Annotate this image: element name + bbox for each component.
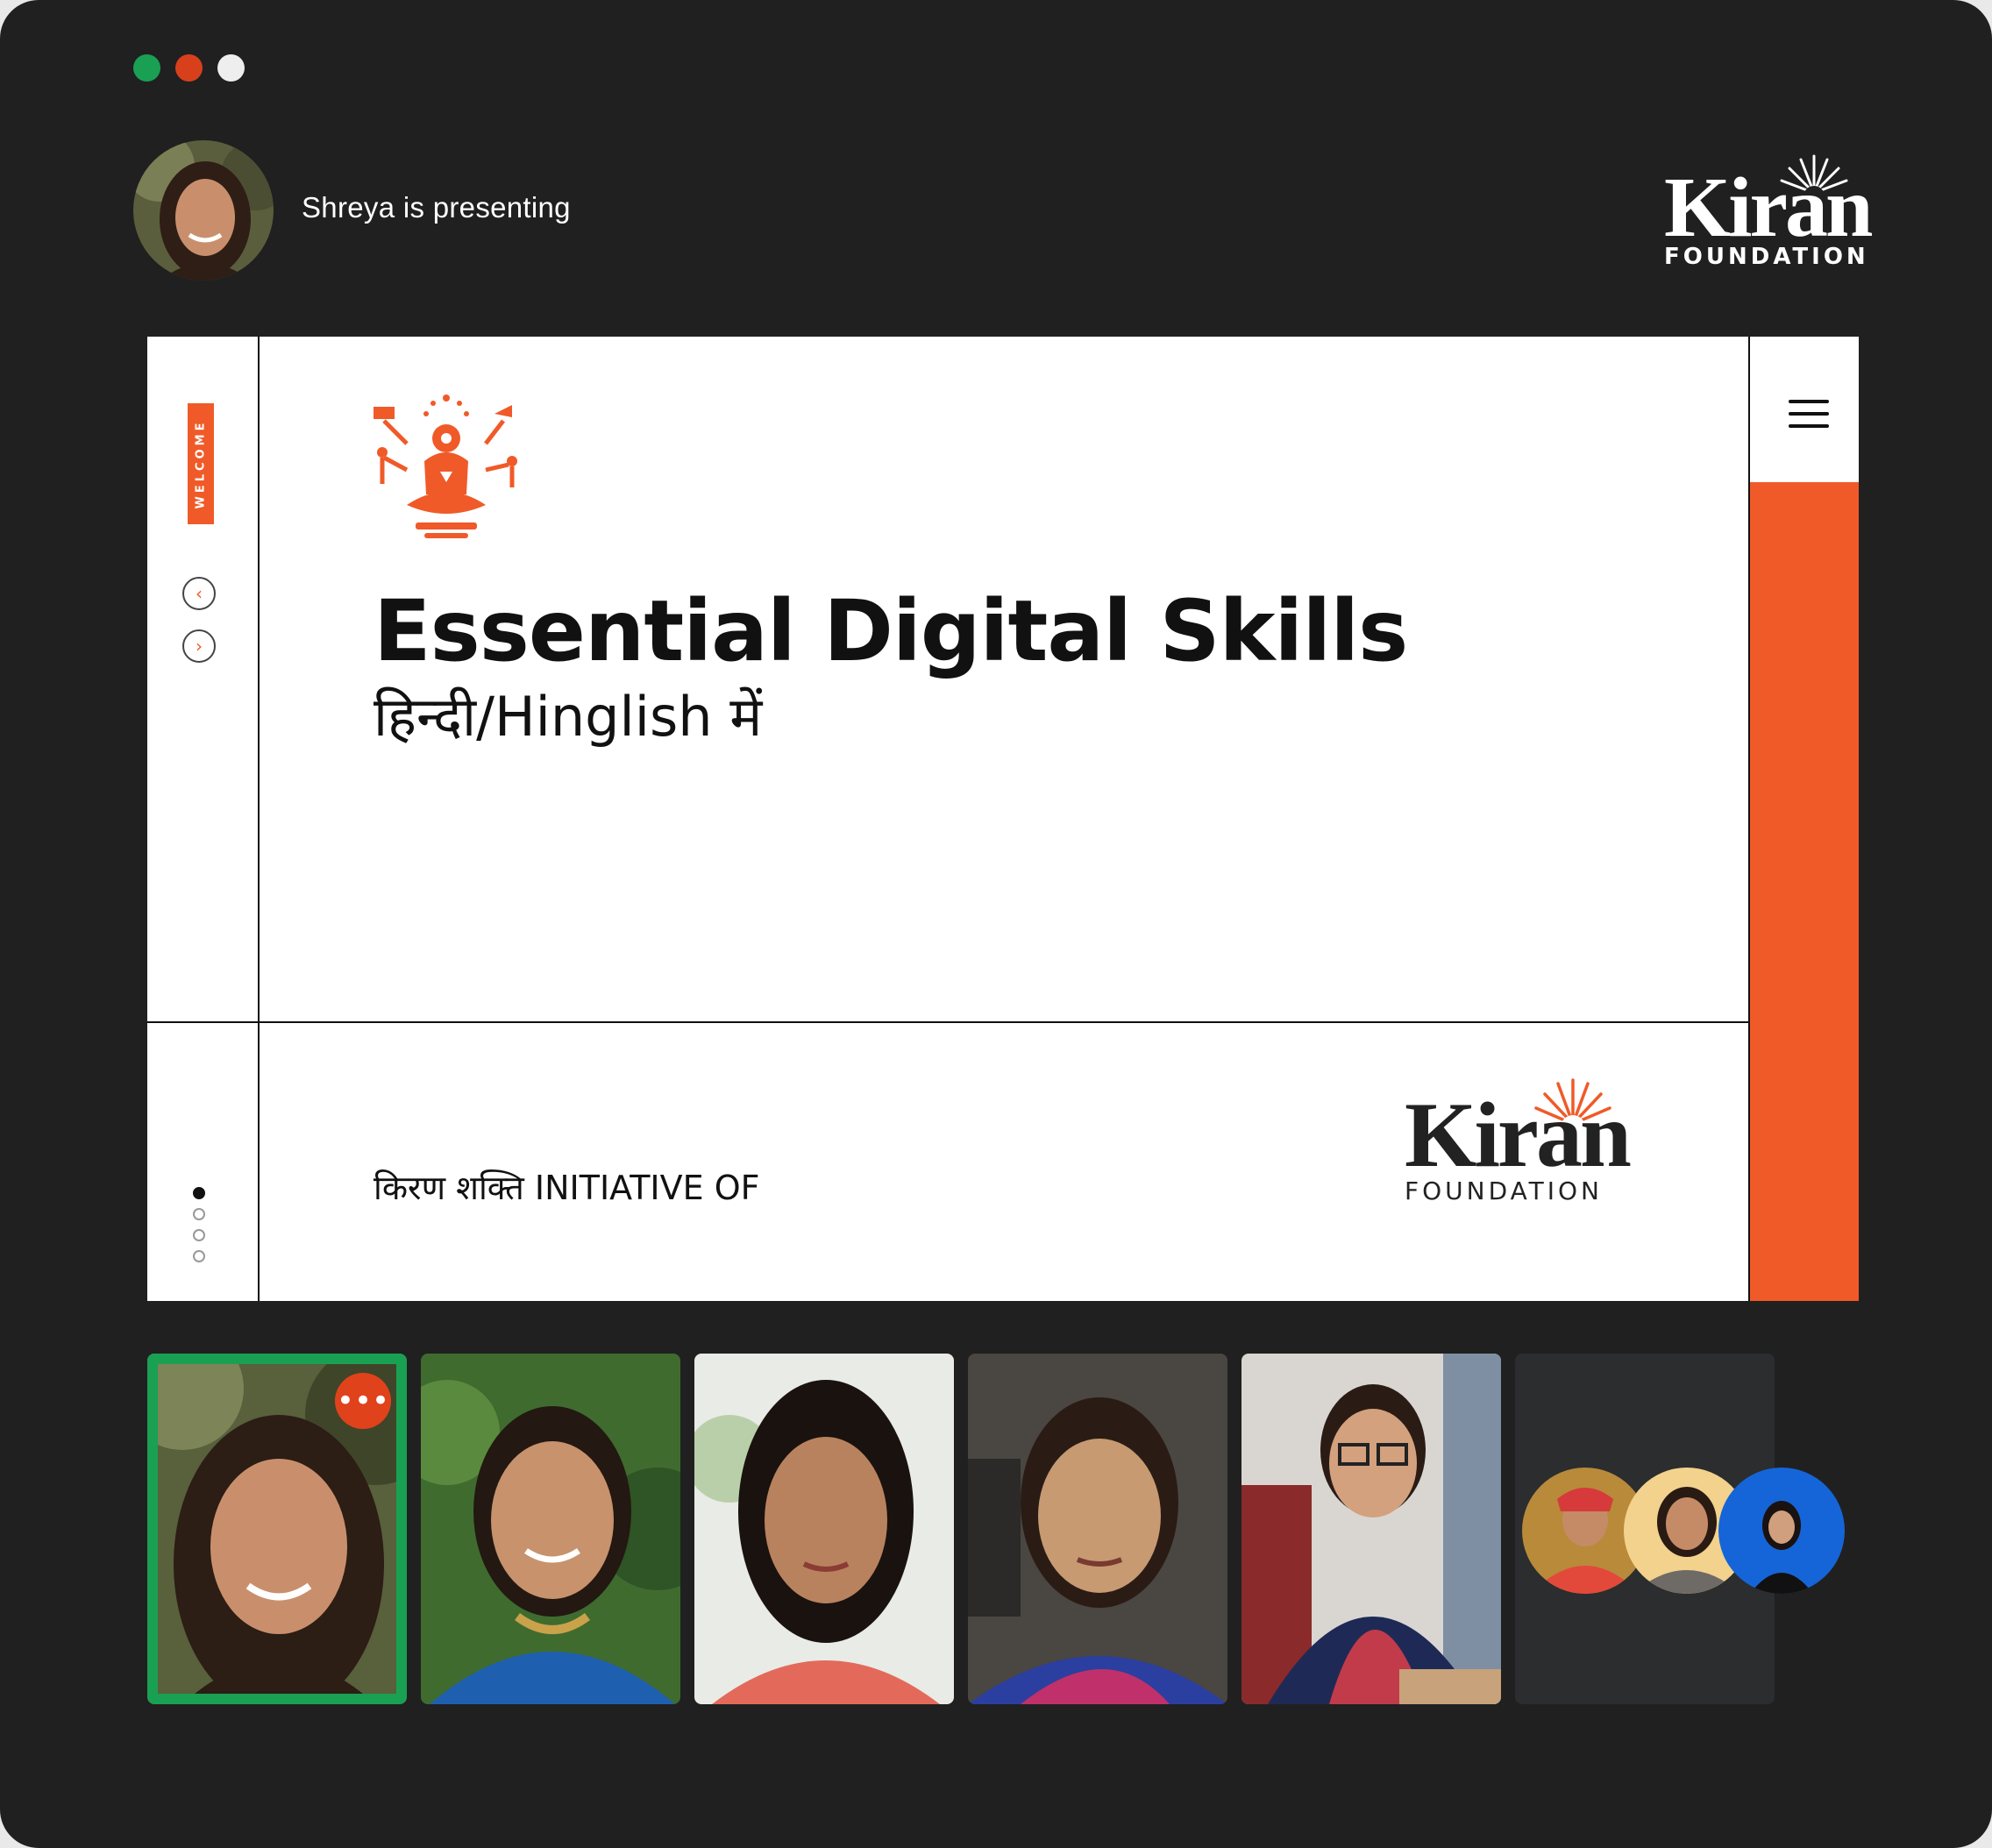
chevron-left-icon: ‹ xyxy=(196,583,203,604)
slide-pagination xyxy=(193,1187,205,1271)
brand-wordmark: Kiran xyxy=(1405,1084,1632,1186)
shared-slide: WELCOME ‹ › Essential Digital Skills हिन… xyxy=(147,337,1859,1301)
kiran-foundation-logo: Kiran FOUNDATION xyxy=(1664,154,1873,272)
participant-tile[interactable] xyxy=(421,1354,680,1704)
hamburger-menu-icon[interactable] xyxy=(1789,400,1829,431)
participant-tile[interactable]: ••• xyxy=(147,1354,407,1704)
minimize-control[interactable] xyxy=(175,54,203,82)
presenting-status: Shreya is presenting xyxy=(302,191,571,224)
page-dot[interactable] xyxy=(193,1229,205,1241)
slide-subtitle: हिन्दी/Hinglish में xyxy=(374,685,763,749)
slide-title: Essential Digital Skills xyxy=(374,582,1408,680)
page-dot[interactable] xyxy=(193,1208,205,1220)
more-icon: ••• xyxy=(336,1383,390,1418)
welcome-label: WELCOME xyxy=(194,419,208,508)
brand-subtitle: FOUNDATION xyxy=(1405,1176,1603,1205)
page-dot[interactable] xyxy=(193,1250,205,1262)
kiran-foundation-logo: Kiran FOUNDATION xyxy=(1405,1078,1633,1212)
accent-panel xyxy=(1750,482,1859,1301)
participant-avatar xyxy=(1718,1468,1845,1594)
participant-tile[interactable] xyxy=(1241,1354,1501,1704)
window-controls xyxy=(133,54,245,82)
participant-tile[interactable] xyxy=(968,1354,1227,1704)
chevron-right-icon: › xyxy=(196,636,203,657)
more-participants-tile[interactable] xyxy=(1515,1354,1845,1704)
divider xyxy=(258,337,260,1301)
prev-slide-button[interactable]: ‹ xyxy=(182,577,216,610)
presenter-avatar xyxy=(133,140,274,281)
meeting-window: Shreya is presenting Kiran FOUNDATION WE… xyxy=(0,0,1992,1848)
welcome-tab: WELCOME xyxy=(188,403,214,524)
page-dot[interactable] xyxy=(193,1187,205,1199)
goddess-emblem-icon xyxy=(374,394,517,538)
divider xyxy=(147,1021,1748,1023)
brand-subtitle: FOUNDATION xyxy=(1664,244,1869,270)
brand-wordmark: Kiran xyxy=(1664,160,1873,255)
close-control[interactable] xyxy=(133,54,160,82)
initiative-text: किरण शक्ति INITIATIVE OF xyxy=(374,1169,760,1207)
participant-tile[interactable] xyxy=(694,1354,954,1704)
maximize-control[interactable] xyxy=(217,54,245,82)
next-slide-button[interactable]: › xyxy=(182,629,216,663)
more-options-button[interactable]: ••• xyxy=(335,1373,391,1429)
